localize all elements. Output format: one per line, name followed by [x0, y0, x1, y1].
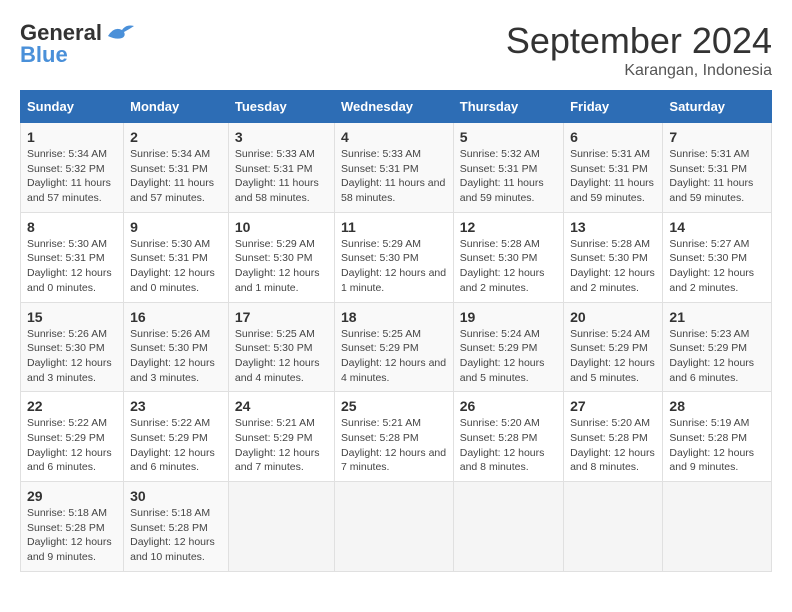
table-row: 9Sunrise: 5:30 AMSunset: 5:31 PMDaylight…	[124, 212, 229, 302]
page-header: General Blue September 2024 Karangan, In…	[20, 20, 772, 80]
table-row	[228, 482, 334, 572]
table-row: 25Sunrise: 5:21 AMSunset: 5:28 PMDayligh…	[335, 392, 454, 482]
calendar-week-row: 15Sunrise: 5:26 AMSunset: 5:30 PMDayligh…	[21, 302, 772, 392]
table-row: 14Sunrise: 5:27 AMSunset: 5:30 PMDayligh…	[663, 212, 772, 302]
logo-bird-icon	[104, 22, 136, 44]
table-row: 7Sunrise: 5:31 AMSunset: 5:31 PMDaylight…	[663, 123, 772, 213]
table-row: 29Sunrise: 5:18 AMSunset: 5:28 PMDayligh…	[21, 482, 124, 572]
table-row: 15Sunrise: 5:26 AMSunset: 5:30 PMDayligh…	[21, 302, 124, 392]
month-title: September 2024	[506, 20, 772, 62]
table-row: 6Sunrise: 5:31 AMSunset: 5:31 PMDaylight…	[564, 123, 663, 213]
calendar-week-row: 29Sunrise: 5:18 AMSunset: 5:28 PMDayligh…	[21, 482, 772, 572]
logo: General Blue	[20, 20, 136, 68]
table-row	[335, 482, 454, 572]
calendar-table: Sunday Monday Tuesday Wednesday Thursday…	[20, 90, 772, 572]
table-row: 13Sunrise: 5:28 AMSunset: 5:30 PMDayligh…	[564, 212, 663, 302]
table-row: 12Sunrise: 5:28 AMSunset: 5:30 PMDayligh…	[453, 212, 563, 302]
col-monday: Monday	[124, 91, 229, 123]
table-row: 21Sunrise: 5:23 AMSunset: 5:29 PMDayligh…	[663, 302, 772, 392]
table-row: 11Sunrise: 5:29 AMSunset: 5:30 PMDayligh…	[335, 212, 454, 302]
table-row: 18Sunrise: 5:25 AMSunset: 5:29 PMDayligh…	[335, 302, 454, 392]
table-row: 5Sunrise: 5:32 AMSunset: 5:31 PMDaylight…	[453, 123, 563, 213]
logo-blue: Blue	[20, 42, 68, 68]
table-row: 20Sunrise: 5:24 AMSunset: 5:29 PMDayligh…	[564, 302, 663, 392]
table-row: 10Sunrise: 5:29 AMSunset: 5:30 PMDayligh…	[228, 212, 334, 302]
table-row: 27Sunrise: 5:20 AMSunset: 5:28 PMDayligh…	[564, 392, 663, 482]
col-tuesday: Tuesday	[228, 91, 334, 123]
col-sunday: Sunday	[21, 91, 124, 123]
table-row: 1Sunrise: 5:34 AMSunset: 5:32 PMDaylight…	[21, 123, 124, 213]
table-row: 30Sunrise: 5:18 AMSunset: 5:28 PMDayligh…	[124, 482, 229, 572]
table-row: 16Sunrise: 5:26 AMSunset: 5:30 PMDayligh…	[124, 302, 229, 392]
table-row: 26Sunrise: 5:20 AMSunset: 5:28 PMDayligh…	[453, 392, 563, 482]
table-row: 28Sunrise: 5:19 AMSunset: 5:28 PMDayligh…	[663, 392, 772, 482]
table-row: 8Sunrise: 5:30 AMSunset: 5:31 PMDaylight…	[21, 212, 124, 302]
table-row: 17Sunrise: 5:25 AMSunset: 5:30 PMDayligh…	[228, 302, 334, 392]
col-friday: Friday	[564, 91, 663, 123]
col-thursday: Thursday	[453, 91, 563, 123]
table-row: 23Sunrise: 5:22 AMSunset: 5:29 PMDayligh…	[124, 392, 229, 482]
col-saturday: Saturday	[663, 91, 772, 123]
table-row	[453, 482, 563, 572]
table-row: 22Sunrise: 5:22 AMSunset: 5:29 PMDayligh…	[21, 392, 124, 482]
table-row	[663, 482, 772, 572]
calendar-week-row: 22Sunrise: 5:22 AMSunset: 5:29 PMDayligh…	[21, 392, 772, 482]
title-section: September 2024 Karangan, Indonesia	[506, 20, 772, 80]
table-row	[564, 482, 663, 572]
calendar-week-row: 8Sunrise: 5:30 AMSunset: 5:31 PMDaylight…	[21, 212, 772, 302]
table-row: 19Sunrise: 5:24 AMSunset: 5:29 PMDayligh…	[453, 302, 563, 392]
table-row: 4Sunrise: 5:33 AMSunset: 5:31 PMDaylight…	[335, 123, 454, 213]
table-row: 3Sunrise: 5:33 AMSunset: 5:31 PMDaylight…	[228, 123, 334, 213]
col-wednesday: Wednesday	[335, 91, 454, 123]
calendar-header-row: Sunday Monday Tuesday Wednesday Thursday…	[21, 91, 772, 123]
table-row: 2Sunrise: 5:34 AMSunset: 5:31 PMDaylight…	[124, 123, 229, 213]
calendar-week-row: 1Sunrise: 5:34 AMSunset: 5:32 PMDaylight…	[21, 123, 772, 213]
location: Karangan, Indonesia	[506, 62, 772, 80]
table-row: 24Sunrise: 5:21 AMSunset: 5:29 PMDayligh…	[228, 392, 334, 482]
